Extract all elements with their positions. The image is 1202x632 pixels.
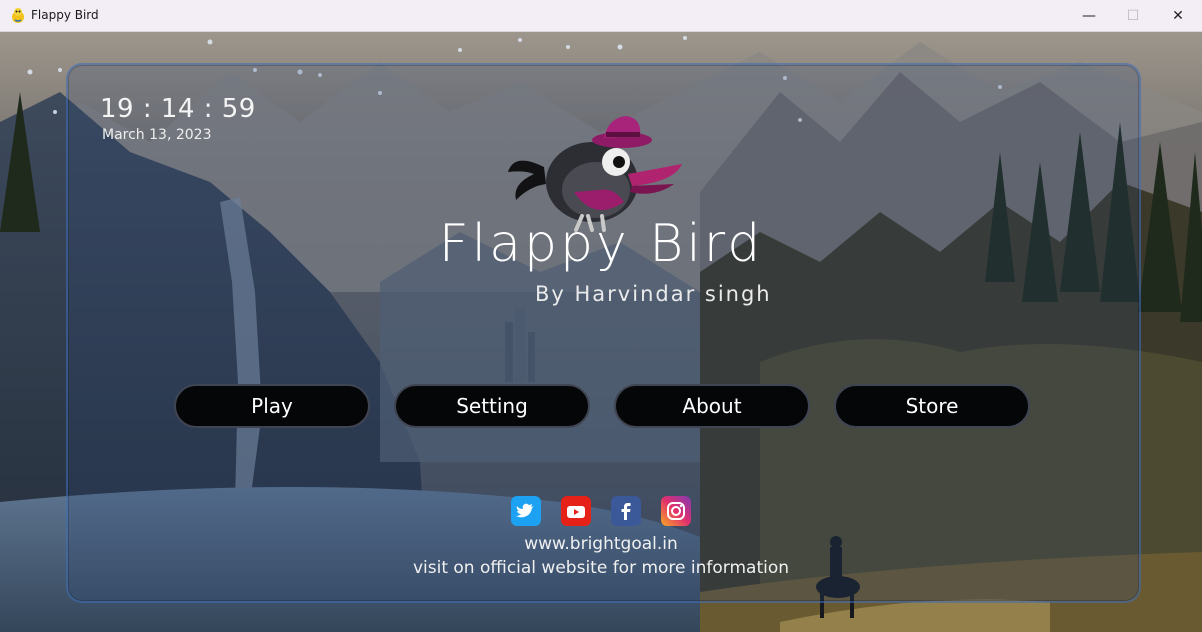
minimize-button[interactable]: —: [1066, 0, 1112, 32]
window-titlebar: Flappy Bird — ☐ ✕: [0, 0, 1202, 32]
pygame-snake-icon: [12, 8, 24, 23]
youtube-icon[interactable]: [561, 496, 591, 526]
maximize-button[interactable]: ☐: [1110, 0, 1156, 32]
twitter-icon[interactable]: [511, 496, 541, 526]
facebook-icon[interactable]: [611, 496, 641, 526]
store-button[interactable]: Store: [834, 384, 1030, 428]
close-button[interactable]: ✕: [1155, 0, 1201, 32]
game-window: 19 : 14 : 59 March 13, 2023 Flappy Bird …: [0, 32, 1202, 632]
game-title: Flappy Bird: [438, 214, 764, 274]
clock-time: 19 : 14 : 59: [100, 94, 256, 124]
setting-button[interactable]: Setting: [394, 384, 590, 428]
author-byline: By Harvindar singh: [535, 282, 772, 306]
clock-date: March 13, 2023: [102, 127, 212, 143]
play-button[interactable]: Play: [174, 384, 370, 428]
about-button[interactable]: About: [614, 384, 810, 428]
website-link[interactable]: www.brightgoal.in: [0, 534, 1202, 554]
instagram-icon[interactable]: [661, 496, 691, 526]
window-title: Flappy Bird: [31, 8, 99, 22]
website-info-text: visit on official website for more infor…: [412, 558, 790, 578]
